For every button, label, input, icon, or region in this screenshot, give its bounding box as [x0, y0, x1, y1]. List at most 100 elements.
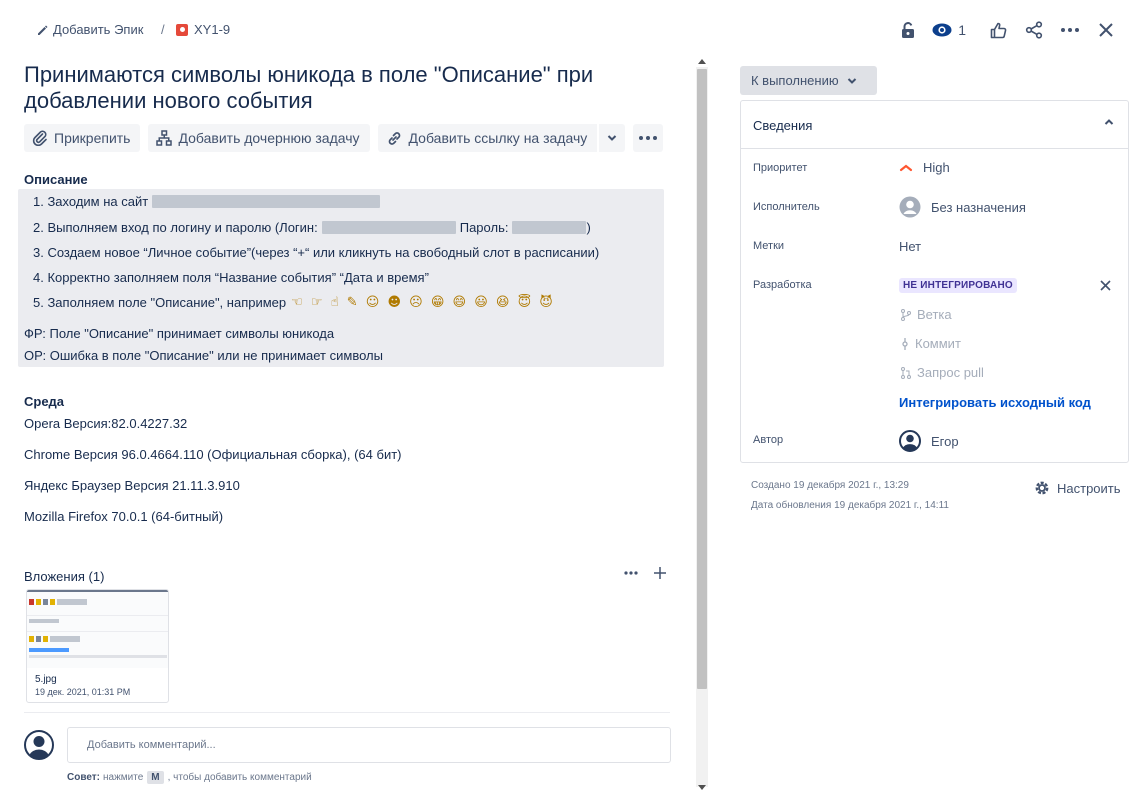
close-icon[interactable] — [1100, 280, 1111, 291]
configure-button[interactable]: Настроить — [1033, 479, 1121, 497]
close-icon — [1099, 23, 1113, 37]
step-2-text: 2. Выполняем вход по логину и паролю (Ло… — [33, 220, 318, 235]
main-scrollbar[interactable] — [695, 55, 709, 792]
more-icon — [639, 136, 658, 140]
details-header[interactable]: Сведения — [741, 101, 1128, 149]
attachments-header: Вложения (1) — [24, 569, 105, 584]
description-step-3: 3. Создаем новое “Личное событие”(через … — [33, 245, 600, 260]
share-button[interactable] — [1020, 16, 1048, 44]
description-step-5: 5. Заполняем поле "Описание", например ☜… — [33, 295, 555, 310]
configure-label: Настроить — [1057, 480, 1121, 496]
priority-label: Приоритет — [753, 162, 808, 174]
pencil-icon — [38, 25, 48, 35]
redacted-password — [512, 221, 587, 234]
attachments-actions — [624, 567, 666, 579]
assignee-label: Исполнитель — [753, 201, 820, 213]
issue-actions: 1 — [886, 16, 1120, 44]
plus-icon[interactable] — [654, 567, 666, 579]
paperclip-icon — [32, 130, 47, 146]
close-button[interactable] — [1092, 16, 1120, 44]
not-integrated-badge: НЕ ИНТЕГРИРОВАНО — [899, 278, 1017, 293]
integrate-source-code-link[interactable]: Интегрировать исходный код — [899, 395, 1091, 410]
chevron-down-icon — [847, 77, 856, 84]
commit-label: Коммит — [915, 336, 961, 351]
step-2-password-label: Пароль: — [459, 220, 509, 235]
create-commit-link[interactable]: Коммит — [901, 336, 961, 351]
details-title: Сведения — [753, 118, 813, 133]
issue-key-link[interactable]: XY1-9 — [176, 22, 230, 37]
attach-button[interactable]: Прикрепить — [24, 124, 141, 152]
more-icon — [1061, 28, 1079, 32]
labels-value[interactable]: Нет — [899, 239, 921, 254]
branch-label: Ветка — [917, 307, 952, 322]
author-value[interactable]: Егор — [899, 430, 959, 452]
issue-title[interactable]: Принимаются символы юникода в поле "Опис… — [24, 62, 664, 114]
user-avatar-icon — [899, 430, 921, 452]
assignee-text: Без назначения — [931, 199, 1026, 215]
more-icon[interactable] — [624, 571, 638, 575]
author-text: Егор — [931, 433, 959, 449]
pull-request-label: Запрос pull — [917, 365, 984, 380]
more-actions-button[interactable] — [1056, 16, 1084, 44]
issue-toolbar: Прикрепить Добавить дочернюю задачу Доба… — [24, 124, 671, 152]
unassigned-avatar-icon — [899, 196, 921, 218]
add-epic-link[interactable]: Добавить Эпик — [36, 22, 143, 37]
step-2-close: ) — [586, 220, 591, 235]
create-branch-link[interactable]: Ветка — [901, 307, 952, 322]
attachment-preview — [27, 590, 168, 668]
details-panel: Сведения Приоритет High Исполнитель Без … — [740, 100, 1129, 463]
description-step-1: 1. Заходим на сайт — [33, 194, 381, 209]
add-link-dropdown[interactable] — [599, 124, 626, 152]
add-child-label: Добавить дочернюю задачу — [178, 130, 360, 146]
redacted-login — [321, 221, 456, 234]
status-dropdown[interactable]: К выполнению — [740, 66, 877, 95]
environment-line: Яндекс Браузер Версия 21.11.3.910 — [24, 478, 240, 493]
author-label: Автор — [753, 434, 784, 446]
created-date: Создано 19 декабря 2021 г., 13:29 — [751, 480, 909, 491]
priority-value[interactable]: High — [899, 160, 950, 175]
development-label: Разработка — [753, 279, 812, 291]
pull-request-icon — [901, 366, 911, 379]
tip-text: нажмите — [103, 772, 144, 783]
like-button[interactable] — [984, 16, 1012, 44]
description-body[interactable]: 1. Заходим на сайт 2. Выполняем вход по … — [18, 189, 664, 367]
keyboard-shortcut-key: M — [147, 771, 164, 784]
toolbar-more-button[interactable] — [633, 124, 664, 152]
comment-input[interactable]: Добавить комментарий... — [67, 727, 671, 763]
add-epic-label: Добавить Эпик — [53, 22, 144, 37]
attachment-card[interactable]: 5.jpg 19 дек. 2021, 01:31 PM — [26, 589, 169, 703]
add-link-button[interactable]: Добавить ссылку на задачу — [377, 124, 598, 152]
link-icon — [388, 131, 400, 145]
bug-icon — [176, 23, 188, 36]
lock-button[interactable] — [894, 16, 922, 44]
assignee-value[interactable]: Без назначения — [899, 196, 1026, 218]
issue-header: Добавить Эпик / XY1-9 1 — [0, 0, 1142, 60]
emoji-sample: ☜ ☞ ☝ ✎ ☺ ☻ ☹ 😁 😄 😃 😆 😇 😈 — [291, 295, 555, 310]
scroll-down-arrow[interactable] — [698, 785, 706, 790]
comment-tip: Совет: нажмите M , чтобы добавить коммен… — [67, 771, 312, 784]
add-child-button[interactable]: Добавить дочернюю задачу — [148, 124, 370, 152]
attachment-file-name: 5.jpg — [35, 674, 57, 685]
comment-divider — [24, 712, 670, 713]
description-step-2: 2. Выполняем вход по логину и паролю (Ло… — [33, 220, 591, 235]
watch-button[interactable]: 1 — [932, 22, 976, 38]
attach-label: Прикрепить — [54, 130, 131, 146]
breadcrumb-separator: / — [161, 22, 165, 37]
labels-label: Метки — [753, 240, 785, 252]
hierarchy-icon — [156, 130, 173, 146]
issue-main: Принимаются символы юникода в поле "Опис… — [0, 55, 692, 792]
environment-label: Среда — [24, 394, 65, 409]
priority-text: High — [923, 160, 950, 175]
create-pull-request-link[interactable]: Запрос pull — [901, 365, 984, 380]
gear-icon — [1035, 481, 1049, 495]
branch-icon — [901, 308, 911, 321]
step-1-text: 1. Заходим на сайт — [33, 194, 149, 209]
redacted-url — [152, 195, 381, 208]
development-status: НЕ ИНТЕГРИРОВАНО — [899, 278, 1017, 293]
description-label: Описание — [24, 172, 88, 187]
commit-icon — [902, 337, 908, 350]
lock-icon — [902, 21, 915, 38]
description-step-4: 4. Корректно заполняем поля “Название со… — [33, 270, 429, 285]
scrollbar-thumb[interactable] — [697, 69, 707, 689]
scroll-up-arrow[interactable] — [698, 59, 706, 64]
